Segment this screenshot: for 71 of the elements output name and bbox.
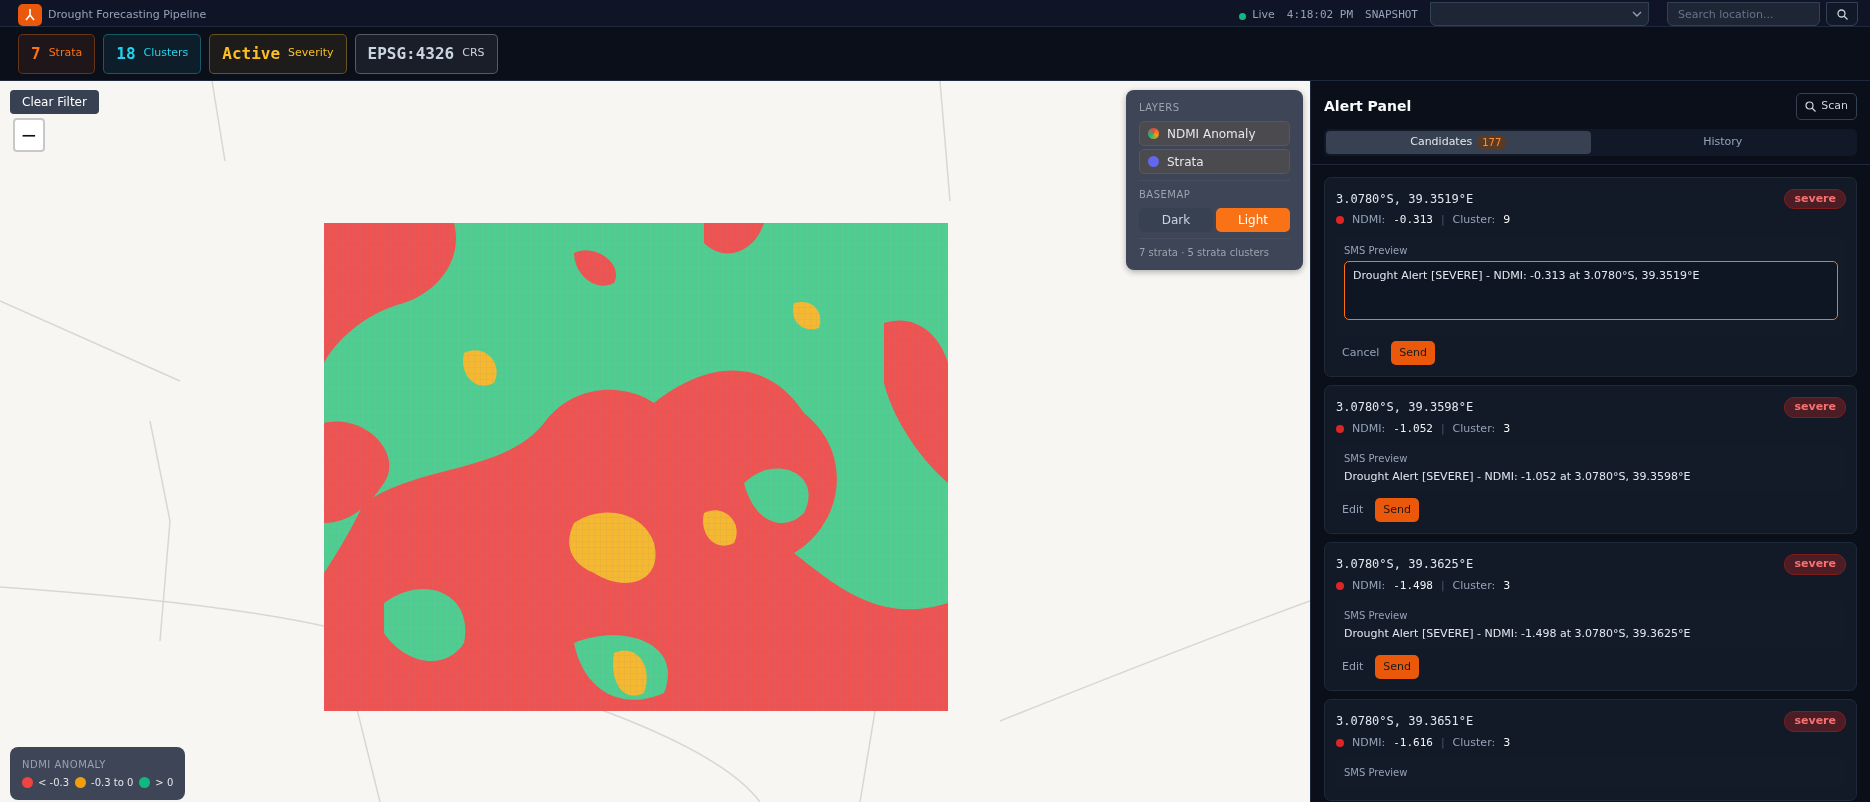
alert-coordinates: 3.0780°S, 39.3519°E xyxy=(1336,190,1474,208)
stat-label: Clusters xyxy=(143,45,189,62)
panel-tab[interactable]: History xyxy=(1590,130,1855,154)
panel-tab[interactable]: Candidates 177 xyxy=(1326,130,1591,154)
scan-button[interactable]: Scan xyxy=(1796,93,1857,120)
send-button[interactable]: Send xyxy=(1391,340,1435,365)
ndmi-value: -1.616 xyxy=(1393,734,1433,751)
divider-mark: | xyxy=(1440,212,1445,228)
cancel-button[interactable]: Cancel xyxy=(1342,344,1380,361)
sms-preview-label: SMS Preview xyxy=(1344,766,1409,780)
divider-mark: | xyxy=(1440,420,1445,437)
sms-message-text: Drought Alert [SEVERE] - NDMI: -1.498 at 3.0780°S, 39.3625°E xyxy=(1344,626,1692,642)
severity-badge: severe xyxy=(1784,397,1846,418)
send-button[interactable]: Send xyxy=(1375,654,1420,679)
ndmi-label: NDMI: xyxy=(1352,420,1386,437)
clear-filter-button[interactable]: Clear Filter xyxy=(10,90,99,114)
severity-badge: severe xyxy=(1784,188,1846,209)
cluster-value: 3 xyxy=(1503,734,1511,751)
cluster-value: 3 xyxy=(1503,420,1511,437)
divider-mark: | xyxy=(1440,734,1445,751)
zoom-out-button[interactable]: − xyxy=(13,118,45,152)
alert-coordinates: 3.0780°S, 39.3598°E xyxy=(1336,399,1474,417)
ndmi-label: NDMI: xyxy=(1352,734,1386,751)
cluster-value: 9 xyxy=(1503,212,1511,228)
stat-label: Strata xyxy=(48,45,83,62)
stat-value: Active xyxy=(222,42,281,65)
ndmi-value: -1.052 xyxy=(1393,420,1433,437)
send-button[interactable]: Send xyxy=(1375,497,1420,522)
stat-value: 7 xyxy=(31,42,41,65)
stat-label: CRS xyxy=(462,45,485,62)
ndmi-value: -1.498 xyxy=(1393,577,1433,594)
count-badge: 177 xyxy=(1477,134,1507,150)
stat-value: 18 xyxy=(116,42,136,65)
sms-preview-label: SMS Preview xyxy=(1344,609,1409,623)
edit-button[interactable]: Edit xyxy=(1342,501,1364,518)
sms-preview-label: SMS Preview xyxy=(1344,452,1409,466)
panel-heading: BASEMAP xyxy=(1139,188,1192,202)
ndmi-label: NDMI: xyxy=(1352,577,1386,594)
clock-time: 4:18:02 PM xyxy=(1286,6,1353,23)
app-subtitle: Drought Forecasting Pipeline xyxy=(48,6,207,23)
cluster-label: Cluster: xyxy=(1452,577,1496,594)
legend-label: < -0.3 xyxy=(38,776,70,790)
alert-coordinates: 3.0780°S, 39.3651°E xyxy=(1336,713,1474,731)
sms-preview-label: SMS Preview xyxy=(1344,243,1409,258)
live-label: Live xyxy=(1252,6,1275,23)
cluster-label: Cluster: xyxy=(1452,420,1496,437)
snapshot-label: SNAPSHOT xyxy=(1365,6,1418,23)
sms-message-text: Drought Alert [SEVERE] - NDMI: -1.052 at 3.0780°S, 39.3598°E xyxy=(1344,469,1692,485)
legend-label: > 0 xyxy=(155,776,174,790)
search-field[interactable]: Search location... xyxy=(1667,2,1820,26)
edit-button[interactable]: Edit xyxy=(1342,658,1364,675)
cluster-value: 3 xyxy=(1503,577,1511,594)
divider-mark: | xyxy=(1440,577,1445,594)
legend-heading: NDMI ANOMALY xyxy=(22,758,107,772)
ndmi-label: NDMI: xyxy=(1352,212,1386,228)
sms-message-field[interactable]: Drought Alert [SEVERE] - NDMI: -0.313 at 3.0780°S, 39.3519°E xyxy=(1344,260,1838,320)
cluster-label: Cluster: xyxy=(1452,734,1496,751)
layer-summary: 7 strata · 5 strata clusters xyxy=(1139,246,1270,260)
legend-label: -0.3 to 0 xyxy=(91,776,134,790)
basemap-option[interactable]: Dark xyxy=(1139,208,1213,232)
panel-title: Alert Panel xyxy=(1324,96,1412,116)
stat-value: EPSG:4326 xyxy=(367,42,455,65)
layer-toggle[interactable]: Strata xyxy=(1139,149,1290,174)
layer-toggle[interactable]: NDMI Anomaly xyxy=(1139,121,1290,146)
cluster-label: Cluster: xyxy=(1452,212,1496,228)
panel-heading: LAYERS xyxy=(1139,101,1181,115)
ndmi-value: -0.313 xyxy=(1393,212,1433,228)
severity-badge: severe xyxy=(1784,554,1846,575)
stat-label: Severity xyxy=(288,45,334,62)
severity-badge: severe xyxy=(1784,711,1846,732)
alert-coordinates: 3.0780°S, 39.3625°E xyxy=(1336,556,1474,574)
